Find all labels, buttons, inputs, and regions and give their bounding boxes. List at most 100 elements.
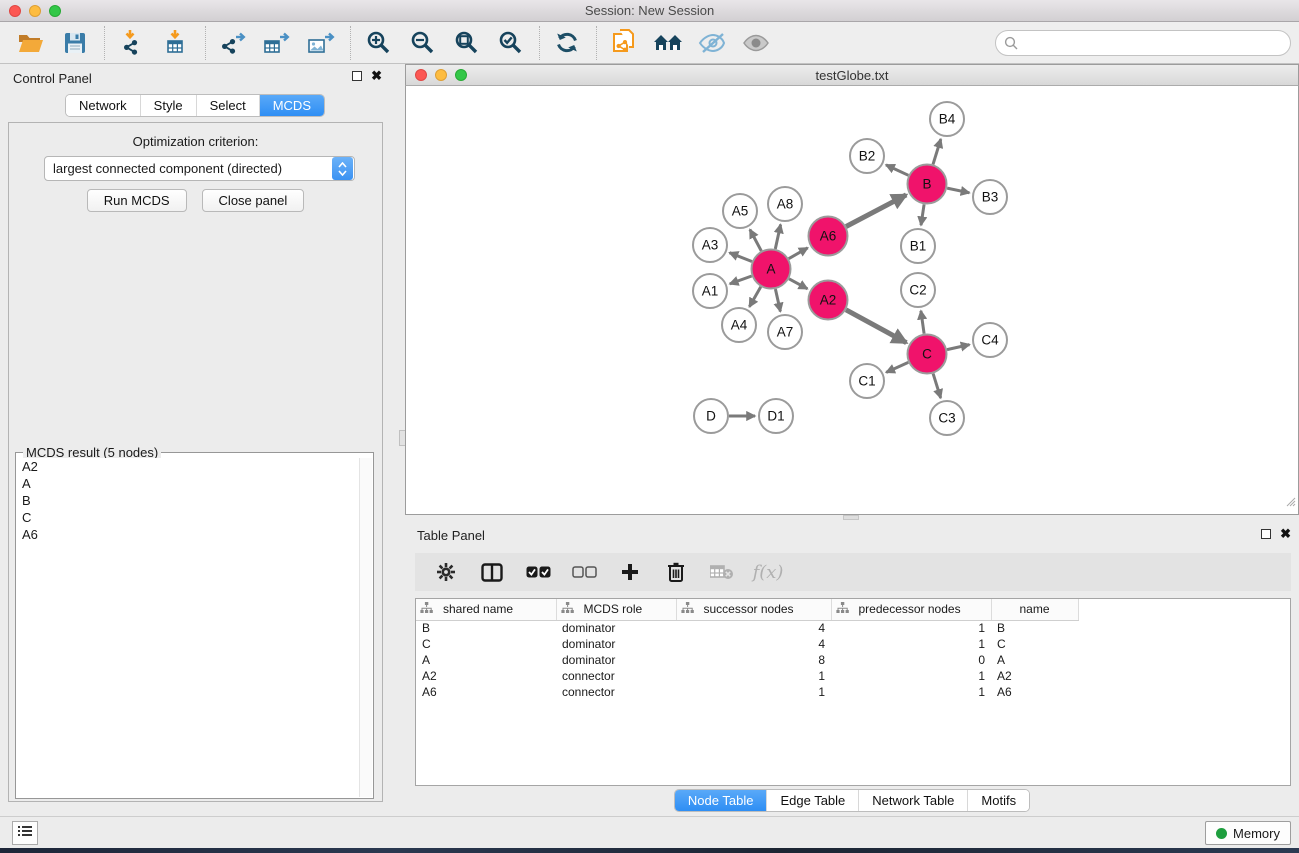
cell: 1 [831,636,991,652]
close-panel-button[interactable]: Close panel [202,189,305,212]
column-header-predecessor-nodes[interactable]: predecessor nodes [831,599,991,620]
close-panel-icon[interactable]: ✖ [371,71,382,81]
task-history-button[interactable] [12,821,38,845]
result-item[interactable]: A6 [17,526,359,543]
result-item[interactable]: B [17,492,359,509]
refresh-button[interactable] [550,26,584,60]
first-neighbors-button[interactable] [651,26,685,60]
export-network-button[interactable] [216,26,250,60]
table-row[interactable]: Adominator80A [416,652,1078,668]
zoom-in-icon [366,30,391,55]
table-panel-title: Table Panel [417,528,485,543]
table-panel: Table Panel ✖ f(x) shared nameMCDS roles… [405,520,1299,816]
table-toolbar: f(x) [415,553,1291,591]
import-table-button[interactable] [159,26,193,60]
column-header-name[interactable]: name [991,599,1078,620]
tab-node-table[interactable]: Node Table [675,790,767,811]
search-input[interactable] [995,30,1291,56]
result-item[interactable]: A [17,475,359,492]
zoom-in-button[interactable] [361,26,395,60]
edge-A-A6[interactable] [789,248,808,259]
tab-network-table[interactable]: Network Table [858,790,967,811]
node-label-C2: C2 [909,283,926,298]
edge-B-B2[interactable] [886,165,908,175]
delete-table-button[interactable] [711,561,733,583]
save-session-button[interactable] [58,26,92,60]
cell: 1 [831,668,991,684]
column-header-MCDS-role[interactable]: MCDS role [556,599,676,620]
result-item[interactable]: C [17,509,359,526]
edge-A-A8[interactable] [775,225,780,250]
edge-A6-B[interactable] [846,195,906,227]
edge-A-A1[interactable] [730,276,752,284]
edge-A-A2[interactable] [789,279,807,289]
node-label-B2: B2 [859,149,876,164]
toolbar-separator [350,26,351,60]
edge-A-A5[interactable] [750,230,761,251]
edge-A-A4[interactable] [749,287,760,307]
zoom-selected-button[interactable] [493,26,527,60]
table-row[interactable]: A2connector11A2 [416,668,1078,684]
network-window-titlebar: testGlobe.txt [405,64,1299,86]
column-header-shared-name[interactable]: shared name [416,599,556,620]
table-close-icon[interactable]: ✖ [1280,529,1291,539]
delete-column-button[interactable] [665,561,687,583]
node-label-A7: A7 [777,325,794,340]
deselect-all-button[interactable] [573,561,595,583]
export-image-button[interactable] [304,26,338,60]
cell: B [991,620,1078,636]
cell: A2 [416,668,556,684]
edge-C-C1[interactable] [886,362,908,372]
cell: dominator [556,636,676,652]
column-visibility-button[interactable] [481,561,503,583]
table-row[interactable]: Cdominator41C [416,636,1078,652]
cell: B [416,620,556,636]
float-panel-icon[interactable] [352,71,362,81]
resize-grip-icon[interactable] [1284,494,1296,512]
tab-network[interactable]: Network [66,95,140,116]
network-canvas[interactable]: B4B2BB3A8A5A6A3B1AC2A1A2A4A7C4CC1DD1C3 [405,86,1299,515]
edge-C-C4[interactable] [947,345,970,350]
memory-label: Memory [1233,826,1280,841]
edge-A2-C[interactable] [846,310,906,343]
open-file-button[interactable] [14,26,48,60]
tab-edge-table[interactable]: Edge Table [766,790,858,811]
table-row[interactable]: A6connector11A6 [416,684,1078,700]
hide-selected-button[interactable] [695,26,729,60]
memory-button[interactable]: Memory [1205,821,1291,845]
import-network-button[interactable] [115,26,149,60]
criterion-dropdown[interactable]: largest connected component (directed) [44,156,355,181]
network-graph[interactable]: B4B2BB3A8A5A6A3B1AC2A1A2A4A7C4CC1DD1C3 [406,86,1298,513]
select-all-button[interactable] [527,561,549,583]
zoom-fit-icon [454,30,479,55]
edge-B-B3[interactable] [947,188,969,193]
run-mcds-button[interactable]: Run MCDS [87,189,187,212]
edge-C-C3[interactable] [933,374,941,398]
table-header-row: shared nameMCDS rolesuccessor nodesprede… [416,599,1078,620]
table-tabs: Node TableEdge TableNetwork TableMotifs [405,789,1299,812]
edge-A-A3[interactable] [730,253,752,262]
add-column-button[interactable] [619,561,641,583]
table-row[interactable]: Bdominator41B [416,620,1078,636]
tab-motifs[interactable]: Motifs [967,790,1029,811]
result-scrollbar[interactable] [359,458,372,797]
zoom-fit-button[interactable] [449,26,483,60]
node-label-C3: C3 [938,411,955,426]
new-network-from-selection-button[interactable] [607,26,641,60]
edge-C-C2[interactable] [921,311,924,334]
tab-select[interactable]: Select [196,95,259,116]
export-table-button[interactable] [260,26,294,60]
table-float-icon[interactable] [1261,529,1271,539]
node-label-B4: B4 [939,112,956,127]
result-item[interactable]: A2 [17,458,359,475]
show-all-button[interactable] [739,26,773,60]
column-header-successor-nodes[interactable]: successor nodes [676,599,831,620]
function-builder-button[interactable]: f(x) [757,561,779,583]
edge-B-B4[interactable] [933,139,941,164]
tab-mcds[interactable]: MCDS [259,95,324,116]
settings-gear-button[interactable] [435,561,457,583]
edge-A-A7[interactable] [775,289,780,312]
zoom-out-button[interactable] [405,26,439,60]
edge-B-B1[interactable] [921,204,924,225]
tab-style[interactable]: Style [140,95,196,116]
